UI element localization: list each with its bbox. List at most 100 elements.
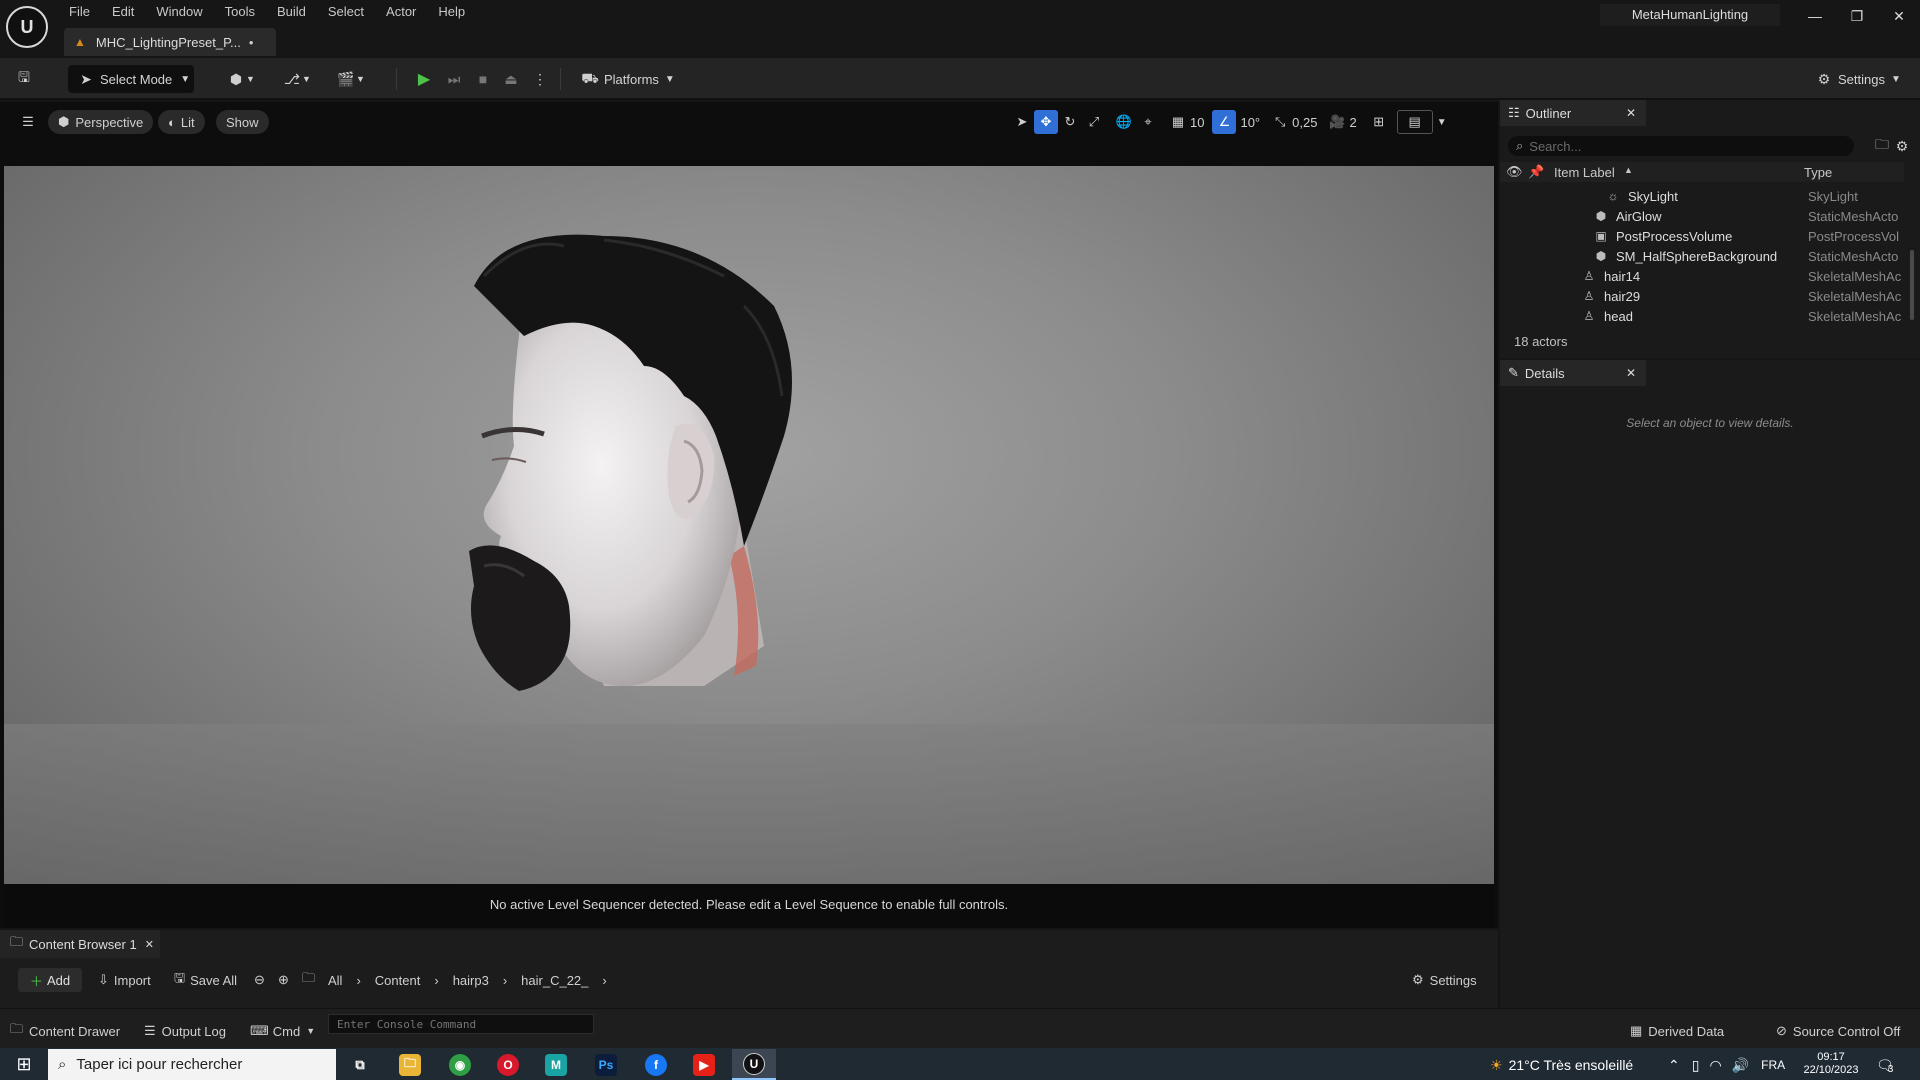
menu-build[interactable]: Build: [266, 2, 317, 22]
column-item-label[interactable]: Item Label: [1554, 165, 1615, 180]
add-button[interactable]: ＋ Add: [18, 968, 82, 992]
level-document-tab[interactable]: ▲ MHC_LightingPreset_P... •: [64, 28, 276, 56]
blueprint-button[interactable]: ⎇ ▼: [282, 65, 311, 93]
world-space-icon[interactable]: 🌐: [1112, 110, 1136, 134]
outliner-row[interactable]: ♙ head SkeletalMeshAc: [1500, 306, 1904, 326]
rotation-snap-icon[interactable]: ∠: [1212, 110, 1237, 134]
content-settings-button[interactable]: ⚙ Settings: [1412, 970, 1477, 990]
viewport-menu-icon[interactable]: ☰: [16, 110, 40, 134]
save-all-button[interactable]: 🖫 Save All: [174, 970, 237, 990]
derived-data-button[interactable]: ▦ Derived Data: [1630, 1021, 1724, 1041]
select-mode-dropdown[interactable]: ➤ Select Mode ▼: [68, 65, 194, 93]
minimize-button[interactable]: —: [1794, 0, 1836, 32]
play-button[interactable]: ▶: [414, 65, 434, 93]
menu-window[interactable]: Window: [145, 2, 213, 22]
save-icon[interactable]: 🖫: [14, 65, 34, 93]
restore-button[interactable]: ❐: [1836, 0, 1878, 32]
device-icon[interactable]: ▯: [1692, 1057, 1700, 1074]
menu-tools[interactable]: Tools: [214, 2, 266, 22]
close-icon[interactable]: ✕: [145, 938, 154, 951]
skip-frame-icon[interactable]: ⏭: [444, 65, 464, 93]
view-mode-button[interactable]: ◐ Lit: [158, 110, 205, 134]
menu-file[interactable]: File: [58, 2, 101, 22]
outliner-row[interactable]: ⬢ SM_HalfSphereBackground StaticMeshActo: [1500, 246, 1904, 266]
youtube-icon[interactable]: ▶: [682, 1049, 726, 1080]
surface-snap-icon[interactable]: ⌖: [1136, 110, 1160, 134]
folder-icon[interactable]: 🗀: [302, 970, 315, 990]
outliner-search-input[interactable]: ⌕ Search...: [1508, 136, 1854, 156]
scale-snap-icon[interactable]: ⤡: [1268, 110, 1292, 134]
grid-snap-icon[interactable]: ▦: [1166, 110, 1190, 134]
wifi-icon[interactable]: ◠: [1709, 1057, 1721, 1074]
chrome-icon[interactable]: ◉: [438, 1049, 482, 1080]
rotation-snap-value[interactable]: 10°: [1240, 115, 1260, 130]
opera-icon[interactable]: O: [486, 1049, 530, 1080]
outliner-row[interactable]: ▣ PostProcessVolume PostProcessVol: [1500, 226, 1904, 246]
add-folder-icon[interactable]: 🗀: [1872, 136, 1892, 156]
forward-icon[interactable]: ⊕: [278, 970, 289, 990]
column-type[interactable]: Type: [1804, 165, 1832, 180]
scale-snap-value[interactable]: 0,25: [1292, 115, 1317, 130]
outliner-tab[interactable]: ☷ Outliner ✕: [1500, 100, 1646, 126]
show-button[interactable]: Show: [216, 110, 269, 134]
outliner-row[interactable]: ♙ hair29 SkeletalMeshAc: [1500, 286, 1904, 306]
rotate-tool-icon[interactable]: ↻: [1058, 110, 1082, 134]
perspective-button[interactable]: ⬢ Perspective: [48, 110, 154, 134]
back-icon[interactable]: ⊖: [254, 970, 265, 990]
content-browser-tab[interactable]: 🗀 Content Browser 1 ✕: [0, 930, 160, 958]
notifications-button[interactable]: 🗨 3: [1876, 1054, 1894, 1076]
pin-icon[interactable]: 📌: [1528, 164, 1544, 180]
play-options-icon[interactable]: ⋮: [530, 65, 550, 93]
outliner-scrollbar[interactable]: [1910, 250, 1914, 320]
viewport-layout-icon[interactable]: ⊞: [1367, 110, 1391, 134]
chevron-up-icon[interactable]: ⌃: [1668, 1057, 1680, 1074]
volume-icon[interactable]: 🔊: [1732, 1057, 1749, 1074]
chevron-right-icon[interactable]: ›: [356, 973, 360, 988]
platforms-dropdown[interactable]: ⛟ Platforms ▼: [580, 65, 675, 93]
import-button[interactable]: ⇩ Import: [98, 970, 151, 990]
viewport-scene[interactable]: [4, 166, 1494, 884]
chevron-right-icon[interactable]: ›: [503, 973, 507, 988]
close-icon[interactable]: ✕: [1626, 366, 1636, 380]
unreal-logo-icon[interactable]: U: [6, 6, 48, 48]
close-button[interactable]: ✕: [1878, 0, 1920, 32]
scale-tool-icon[interactable]: ⤢: [1082, 110, 1106, 134]
cinematics-button[interactable]: 🎬 ▼: [336, 65, 365, 93]
menu-help[interactable]: Help: [427, 2, 476, 22]
unreal-engine-taskbar-icon[interactable]: U: [732, 1049, 776, 1080]
weather-widget[interactable]: ☀ 21°C Très ensoleillé: [1490, 1054, 1633, 1076]
output-log-button[interactable]: ☰ Output Log: [144, 1021, 226, 1041]
menu-actor[interactable]: Actor: [375, 2, 427, 22]
add-actor-button[interactable]: ⬢ ▼: [226, 65, 255, 93]
eye-icon[interactable]: 👁: [1506, 164, 1523, 180]
camera-speed-icon[interactable]: 🎥: [1325, 110, 1349, 134]
chevron-right-icon[interactable]: ›: [602, 973, 606, 988]
breadcrumb-all[interactable]: All: [328, 973, 342, 988]
language-indicator[interactable]: FRA: [1761, 1058, 1785, 1072]
breadcrumb-hairp3[interactable]: hairp3: [453, 973, 489, 988]
chevron-right-icon[interactable]: ›: [434, 973, 438, 988]
camera-speed-value[interactable]: 2: [1349, 115, 1356, 130]
close-icon[interactable]: ✕: [1626, 106, 1636, 120]
console-command-input[interactable]: [328, 1014, 594, 1034]
grid-snap-value[interactable]: 10: [1190, 115, 1204, 130]
source-control-button[interactable]: ⊘ Source Control Off: [1776, 1021, 1900, 1041]
breadcrumb-hair-c-22[interactable]: hair_C_22_: [521, 973, 588, 988]
content-drawer-button[interactable]: 🗀 Content Drawer: [10, 1021, 120, 1041]
task-view-icon[interactable]: ⧉: [338, 1049, 382, 1080]
translate-tool-icon[interactable]: ✥: [1034, 110, 1058, 134]
chevron-down-icon[interactable]: ▼: [1437, 117, 1447, 128]
windows-start-icon[interactable]: ⊞: [10, 1052, 38, 1076]
viewport-grid-icon[interactable]: ▤: [1396, 110, 1433, 134]
outliner-row[interactable]: ♙ hair14 SkeletalMeshAc: [1500, 266, 1904, 286]
gear-icon[interactable]: ⚙: [1892, 136, 1912, 156]
details-tab[interactable]: ✎ Details ✕: [1500, 360, 1646, 386]
settings-dropdown[interactable]: ⚙ Settings ▼: [1814, 65, 1901, 93]
select-tool-icon[interactable]: ➤: [1010, 110, 1034, 134]
taskbar-clock[interactable]: 09:17 22/10/2023: [1798, 1051, 1864, 1077]
facebook-icon[interactable]: f: [634, 1049, 678, 1080]
stop-icon[interactable]: ■: [473, 65, 493, 93]
eject-icon[interactable]: ⏏: [501, 65, 521, 93]
taskbar-search[interactable]: ⌕ Taper ici pour rechercher: [48, 1049, 336, 1080]
maya-icon[interactable]: M: [534, 1049, 578, 1080]
